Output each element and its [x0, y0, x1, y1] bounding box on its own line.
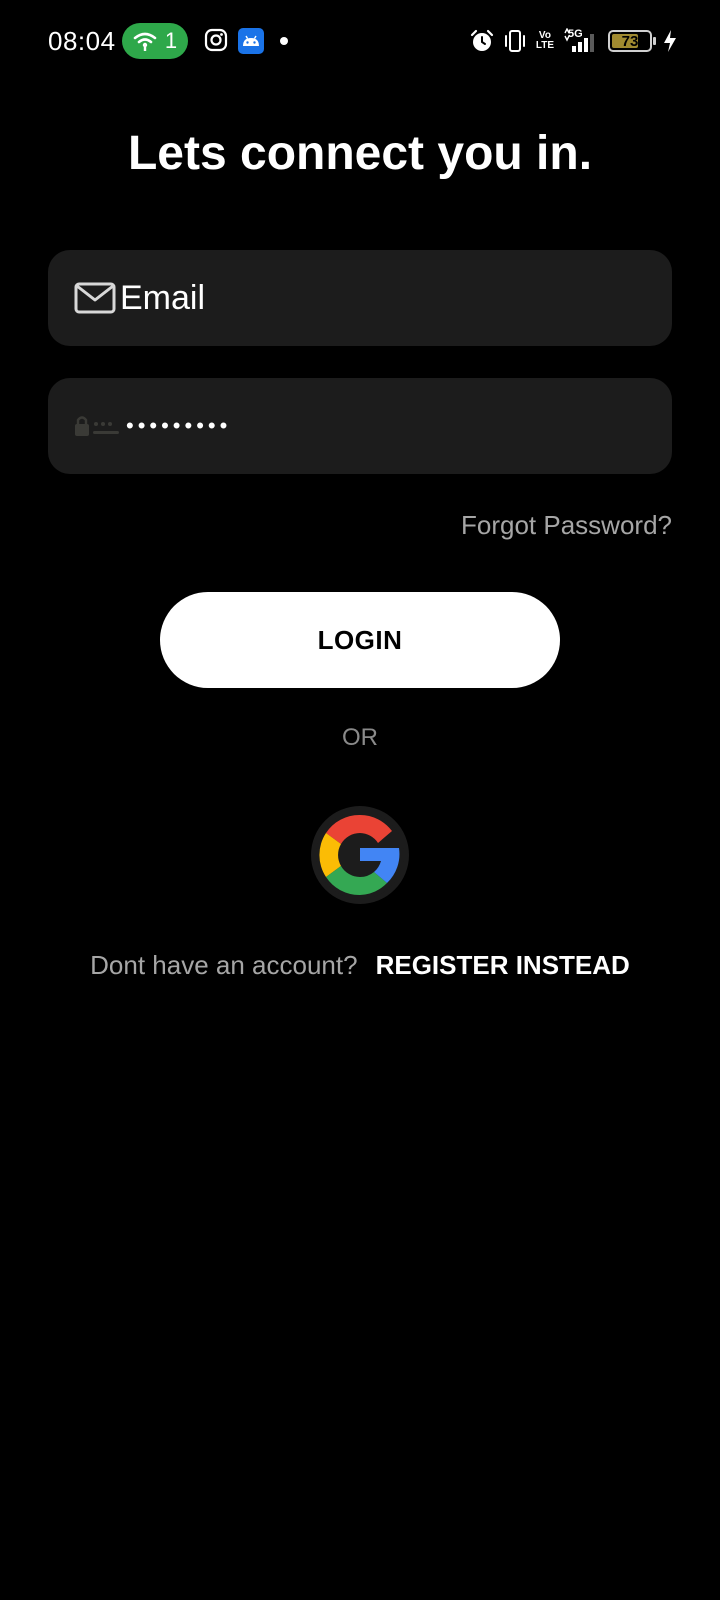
login-screen: 08:04 1 Vo LTE 5G 73 Lets connect you in…: [0, 0, 720, 1600]
volte-icon: Vo LTE: [536, 31, 554, 51]
vibrate-icon: [504, 30, 525, 52]
register-row: Dont have an account? REGISTER INSTEAD: [0, 950, 720, 981]
email-placeholder: Email: [120, 278, 206, 317]
email-field[interactable]: Email: [48, 250, 672, 346]
password-field[interactable]: •••••••••: [48, 378, 672, 474]
password-icon: [75, 416, 119, 436]
hotspot-icon: [133, 32, 157, 51]
status-bar: 08:04 1 Vo LTE 5G 73: [0, 0, 720, 84]
alarm-icon: [470, 29, 493, 51]
login-button[interactable]: LOGIN: [160, 592, 560, 688]
mail-icon: [74, 282, 116, 314]
google-icon: [316, 811, 404, 899]
hotspot-count: 1: [164, 28, 178, 53]
battery-level: 73: [621, 32, 639, 50]
battery-icon: 73: [608, 30, 656, 52]
instagram-icon: [204, 28, 228, 52]
notification-dot-icon: [280, 37, 288, 45]
hotspot-indicator[interactable]: 1: [122, 23, 188, 59]
google-signin-button[interactable]: [311, 806, 409, 904]
register-prompt: Dont have an account?: [90, 950, 358, 980]
signal-5g-icon: 5G: [564, 28, 598, 54]
charging-icon: [664, 30, 676, 52]
status-time: 08:04: [48, 26, 116, 56]
status-right-icons: Vo LTE 5G 73: [470, 26, 678, 56]
password-value: •••••••••: [126, 413, 232, 438]
volte-bottom: LTE: [535, 40, 554, 51]
register-link[interactable]: REGISTER INSTEAD: [376, 950, 630, 981]
android-app-icon: [238, 28, 264, 54]
page-title: Lets connect you in.: [127, 127, 593, 180]
forgot-password-link[interactable]: Forgot Password?: [461, 510, 672, 541]
or-divider: OR: [342, 724, 378, 751]
